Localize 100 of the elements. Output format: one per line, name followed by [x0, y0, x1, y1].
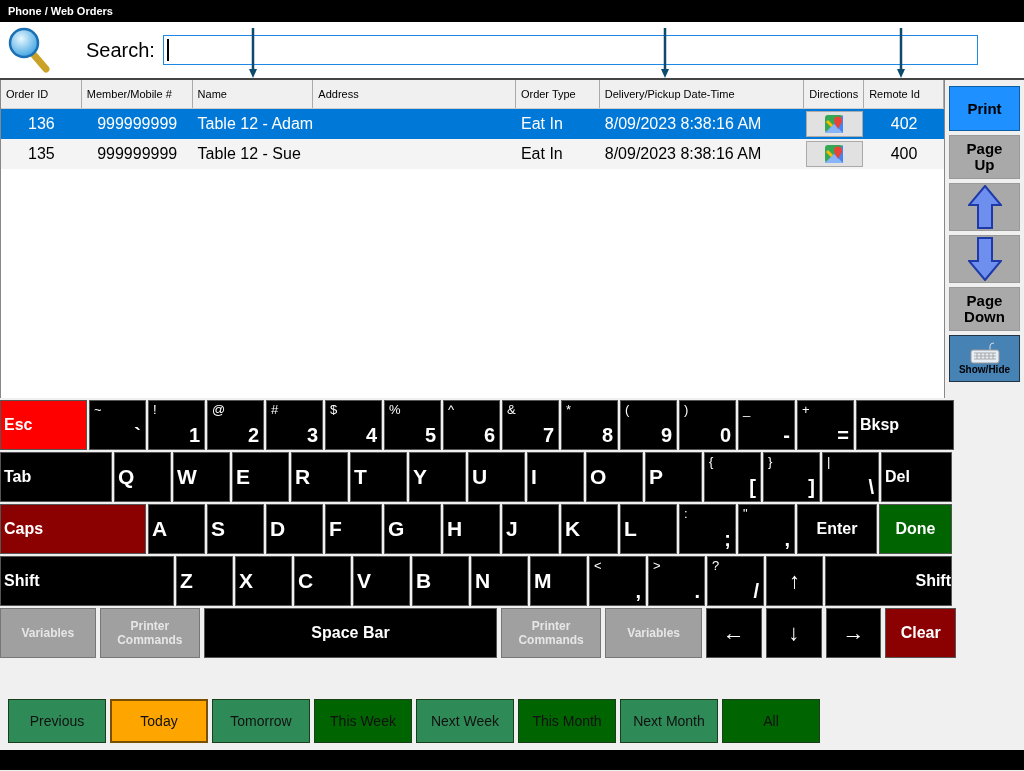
key[interactable]: _ -	[738, 400, 795, 450]
key[interactable]: Shift	[825, 556, 952, 606]
letter-key[interactable]: T	[350, 452, 407, 502]
letter-key[interactable]: V	[353, 556, 410, 606]
shift-character: <	[594, 559, 602, 573]
key[interactable]: > .	[648, 556, 705, 606]
date-filter-button[interactable]: Tomorrow	[212, 699, 310, 743]
key[interactable]: Esc	[0, 400, 87, 450]
letter-key[interactable]: Y	[409, 452, 466, 502]
date-filter-button[interactable]: Today	[110, 699, 208, 743]
table-row[interactable]: 136 999999999 Table 12 - Adam Eat In 8/09/2023 8:38:16 AM 402	[1, 109, 944, 139]
key[interactable]: ^ 6	[443, 400, 500, 450]
letter-key[interactable]: I	[527, 452, 584, 502]
column-header[interactable]: Order ID	[1, 80, 82, 108]
key-character: ;	[724, 527, 731, 551]
down-arrow-icon	[661, 28, 669, 78]
letter-key[interactable]: N	[471, 556, 528, 606]
arrow-key[interactable]: ↓	[765, 608, 822, 658]
key-character: [	[749, 475, 756, 499]
key[interactable]: Del	[881, 452, 952, 502]
letter-key[interactable]: F	[325, 504, 382, 554]
page-button[interactable]: Page Down	[949, 287, 1020, 331]
search-field[interactable]	[162, 35, 978, 65]
date-filter-button[interactable]: Next Week	[416, 699, 514, 743]
scroll-up-button[interactable]	[949, 183, 1020, 231]
directions-button[interactable]	[805, 141, 863, 167]
up-arrow-icon	[967, 185, 1002, 229]
date-filter-button[interactable]: Next Month	[620, 699, 718, 743]
show-hide-keyboard-button[interactable]: Show/Hide	[949, 335, 1020, 382]
column-header[interactable]: Directions	[804, 80, 865, 108]
shift-character: )	[684, 403, 689, 417]
letter-key[interactable]: K	[561, 504, 618, 554]
letter-key[interactable]: L	[620, 504, 677, 554]
letter-key[interactable]: D	[266, 504, 323, 554]
key[interactable]: Tab	[0, 452, 112, 502]
key[interactable]: Space Bar	[204, 608, 497, 658]
key[interactable]: & 7	[502, 400, 559, 450]
key[interactable]: " ,	[738, 504, 795, 554]
letter-key[interactable]: J	[502, 504, 559, 554]
key[interactable]: $ 4	[325, 400, 382, 450]
table-cell: Eat In	[520, 145, 563, 163]
key-character: 8	[601, 423, 613, 447]
key[interactable]: % 5	[384, 400, 441, 450]
letter-key[interactable]: Q	[114, 452, 171, 502]
letter-key[interactable]: M	[530, 556, 587, 606]
letter-key[interactable]: S	[207, 504, 264, 554]
key[interactable]: # 3	[266, 400, 323, 450]
letter-key[interactable]: G	[384, 504, 441, 554]
letter-key[interactable]: E	[232, 452, 289, 502]
key[interactable]: Done	[879, 504, 952, 554]
column-header[interactable]: Address	[313, 80, 516, 108]
key[interactable]: : ;	[679, 504, 736, 554]
letter-key[interactable]: C	[294, 556, 351, 606]
key[interactable]: Caps	[0, 504, 146, 554]
key[interactable]: } ]	[763, 452, 820, 502]
key[interactable]: + =	[797, 400, 854, 450]
arrow-key[interactable]: ↑	[766, 556, 823, 606]
key[interactable]: | \	[822, 452, 879, 502]
letter-key[interactable]: U	[468, 452, 525, 502]
arrow-key[interactable]: →	[825, 608, 882, 658]
shift-character: :	[684, 507, 688, 521]
key[interactable]: ( 9	[620, 400, 677, 450]
directions-button[interactable]	[805, 111, 863, 137]
key[interactable]: Clear	[885, 608, 956, 658]
letter-key[interactable]: A	[148, 504, 205, 554]
key[interactable]: < ,	[589, 556, 646, 606]
column-header[interactable]: Order Type	[515, 80, 600, 108]
map-pin-icon	[825, 145, 844, 163]
key[interactable]: ! 1	[148, 400, 205, 450]
date-filter-button[interactable]: Previous	[8, 699, 106, 743]
key[interactable]: Shift	[0, 556, 174, 606]
table-row[interactable]: 135 999999999 Table 12 - Sue Eat In 8/09/2023 8:38:16 AM 400	[1, 139, 944, 169]
key[interactable]: @ 2	[207, 400, 264, 450]
column-header[interactable]: Remote Id	[864, 80, 944, 108]
letter-key[interactable]: O	[586, 452, 643, 502]
key[interactable]: Enter	[797, 504, 877, 554]
page-button[interactable]: Page Up	[949, 135, 1020, 179]
arrow-key[interactable]: ←	[705, 608, 762, 658]
key[interactable]: ? /	[707, 556, 764, 606]
key[interactable]: { [	[704, 452, 761, 502]
letter-key[interactable]: W	[173, 452, 230, 502]
search-icon	[8, 27, 50, 73]
letter-key[interactable]: B	[412, 556, 469, 606]
key[interactable]: ~ `	[89, 400, 146, 450]
print-button[interactable]: Print	[949, 86, 1020, 131]
scroll-down-button[interactable]	[949, 235, 1020, 283]
key[interactable]: ) 0	[679, 400, 736, 450]
key[interactable]: * 8	[561, 400, 618, 450]
column-header[interactable]: Delivery/Pickup Date-Time	[599, 80, 805, 108]
letter-key[interactable]: P	[645, 452, 702, 502]
column-header[interactable]: Member/Mobile #	[81, 80, 193, 108]
letter-key[interactable]: H	[443, 504, 500, 554]
letter-key[interactable]: Z	[176, 556, 233, 606]
letter-key[interactable]: X	[235, 556, 292, 606]
down-arrow-icon	[897, 28, 905, 78]
letter-key[interactable]: R	[291, 452, 348, 502]
table-cell: 402	[890, 115, 918, 133]
column-header[interactable]: Name	[192, 80, 314, 108]
key[interactable]: Bksp	[856, 400, 954, 450]
shift-character: {	[709, 455, 714, 469]
